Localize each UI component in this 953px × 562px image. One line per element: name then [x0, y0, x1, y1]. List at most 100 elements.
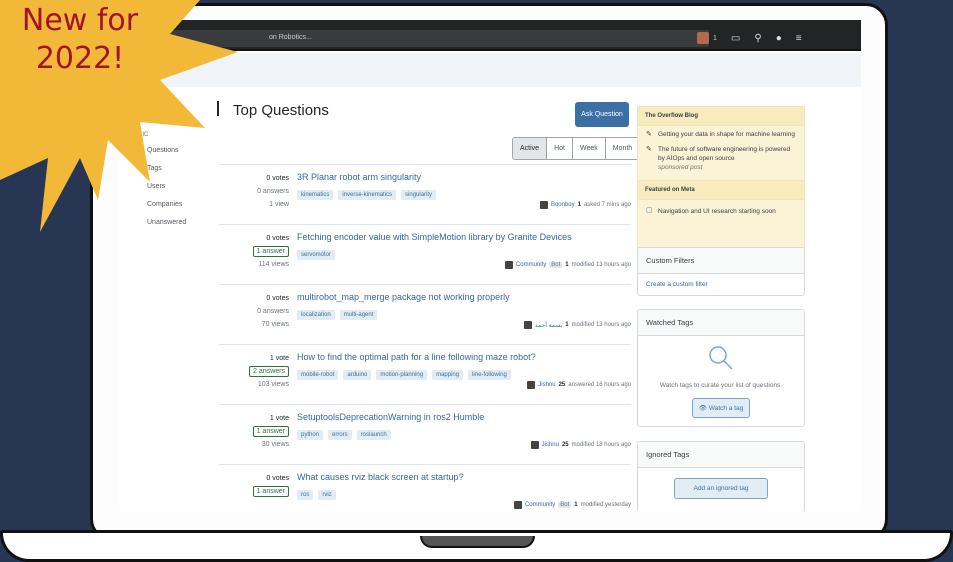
question-activity[interactable]: asked 7 mins ago [584, 202, 631, 208]
tag-chip[interactable]: arduino [343, 370, 372, 380]
tag-chip[interactable]: python [297, 430, 324, 440]
answer-count: 0 answers [219, 305, 289, 318]
create-filter-link[interactable]: Create a custom filter [638, 274, 804, 295]
user-avatar[interactable] [527, 381, 536, 389]
question-meta: Community Bot 1 modified 13 hours ago [504, 261, 631, 269]
tag-chip[interactable]: multi-agent [339, 310, 378, 320]
pencil-icon: ✎ [646, 131, 652, 138]
user-name[interactable]: بسمة أحمد [535, 322, 562, 329]
tag-chip[interactable]: rviz [318, 490, 336, 500]
question-activity[interactable]: modified 13 hours ago [572, 322, 631, 328]
achievements-icon[interactable]: ⚲ [754, 33, 761, 44]
question-activity[interactable]: modified yesterday [581, 502, 631, 508]
question-activity[interactable]: answered 16 hours ago [568, 382, 631, 388]
tag-chip[interactable]: mobile-robot [297, 370, 339, 380]
user-avatar[interactable] [530, 441, 539, 449]
search-input[interactable]: on Robotics... [159, 30, 709, 47]
question-title-link[interactable]: 3R Planar robot arm singularity [297, 172, 421, 182]
question-title-link[interactable]: How to find the optimal path for a line … [297, 352, 536, 362]
question-title-link[interactable]: SetuptoolsDeprecationWarning in ros2 Hum… [297, 412, 484, 422]
tab-month[interactable]: Month [605, 138, 640, 159]
view-count: 114 views [258, 261, 289, 268]
answer-count-text: 0 answers [257, 308, 289, 315]
watched-tags-text: Watch tags to curate your list of questi… [659, 382, 783, 389]
inbox-icon[interactable]: ▭ [731, 33, 740, 44]
question-title-link[interactable]: multirobot_map_merge package not working… [297, 292, 510, 302]
overflow-blog: The Overflow Blog ✎ Getting your data in… [637, 106, 805, 253]
tag-chip[interactable]: kinematics [297, 190, 334, 200]
answer-count-text: 1 answer [252, 426, 289, 437]
question-tags: python errors roslaunch [297, 430, 391, 440]
answer-count: 1 answer [219, 485, 289, 498]
user-avatar[interactable] [513, 501, 522, 509]
user-avatar[interactable] [539, 201, 548, 209]
question-meta: Jishnu 25 answered 16 hours ago [527, 381, 631, 389]
blog-item-text: Getting your data in shape for machine l… [658, 131, 795, 138]
vote-count: 1 vote [269, 355, 289, 362]
ignored-tags-panel: Ignored Tags Add an ignored tag [637, 441, 805, 511]
view-count: 70 views [261, 321, 289, 328]
answer-count-text: 1 answer [252, 246, 289, 257]
blog-item[interactable]: ✎ The future of software engineering is … [638, 141, 804, 174]
user-name[interactable]: Community [516, 262, 546, 268]
question-stats: 0 votes 0 answers 70 views [219, 292, 289, 331]
answer-count-text: 1 answer [252, 486, 289, 497]
question-stats: 0 votes 1 answer [219, 472, 289, 511]
view-count: 103 views [257, 381, 289, 388]
eye-icon: 👁 [698, 405, 707, 412]
promo-line-1: New for [21, 3, 139, 38]
tag-chip[interactable]: inverse-kinematics [338, 190, 397, 200]
question-row: 0 votes 1 answer What causes rviz black … [219, 464, 631, 511]
bot-badge: Bot [558, 502, 572, 508]
user-rep: 1 [577, 202, 581, 208]
tag-chip[interactable]: errors [328, 430, 352, 440]
tag-chip[interactable]: singularity [401, 190, 437, 200]
tag-chip[interactable]: mapping [432, 370, 464, 380]
tag-chip[interactable]: motion-planning [376, 370, 428, 380]
avatar[interactable] [697, 32, 709, 44]
tab-week[interactable]: Week [572, 138, 606, 159]
tab-active[interactable]: Active [513, 138, 548, 159]
user-name[interactable]: Community [525, 502, 555, 508]
filter-tabs: Active Hot Week Month [512, 137, 641, 160]
user-name[interactable]: Jishnu [538, 382, 555, 388]
help-icon[interactable]: ● [776, 33, 782, 44]
user-name[interactable]: Boonboy [551, 202, 575, 208]
watched-tags-panel: Watched Tags Watch tags to curate your l… [637, 309, 805, 427]
vote-count: 1 vote [269, 415, 289, 422]
custom-filters-panel: Custom Filters Create a custom filter [637, 247, 805, 296]
add-ignored-tag-button[interactable]: Add an ignored tag [674, 478, 768, 499]
tag-chip[interactable]: localization [297, 310, 335, 320]
question-title-link[interactable]: Fetching encoder value with SimpleMotion… [297, 232, 572, 242]
tag-chip[interactable]: servomotor [297, 250, 336, 260]
laptop-notch [420, 536, 535, 548]
question-activity[interactable]: modified 13 hours ago [572, 262, 631, 268]
search-icon [709, 346, 733, 370]
tab-hot[interactable]: Hot [547, 138, 573, 159]
user-rep: 1 [574, 502, 578, 508]
question-meta: Boonboy 1 asked 7 mins ago [539, 201, 631, 209]
reputation-count: 1 [713, 34, 717, 42]
meta-item[interactable]: ▢ Navigation and UI research starting so… [638, 200, 804, 218]
promo-line-2: 2022! [35, 41, 125, 76]
tag-chip[interactable]: line-following [468, 370, 511, 380]
sponsored-label: sponsored post [658, 164, 703, 171]
menu-icon[interactable]: ≡ [796, 33, 802, 44]
answer-count: 1 answer [219, 425, 289, 438]
tag-chip[interactable]: roslaunch [356, 430, 391, 440]
question-title-link[interactable]: What causes rviz black screen at startup… [297, 472, 464, 482]
question-row: 1 vote 1 answer 30 views SetuptoolsDepre… [219, 404, 631, 464]
user-name[interactable]: Jishnu [542, 442, 559, 448]
vote-count: 0 votes [266, 295, 289, 302]
user-avatar[interactable] [523, 321, 532, 329]
question-tags: localization multi-agent [297, 310, 378, 320]
question-activity[interactable]: modified 18 hours ago [572, 442, 631, 448]
user-avatar[interactable] [504, 261, 513, 269]
question-tags: ros rviz [297, 490, 336, 500]
watch-tag-button[interactable]: 👁 Watch a tag [691, 398, 751, 418]
promo-text: New for 2022! [0, 2, 160, 78]
ask-question-button[interactable]: Ask Question [575, 102, 629, 127]
tag-chip[interactable]: ros [297, 490, 314, 500]
chat-icon: ▢ [646, 207, 653, 214]
blog-item[interactable]: ✎ Getting your data in shape for machine… [638, 126, 804, 141]
